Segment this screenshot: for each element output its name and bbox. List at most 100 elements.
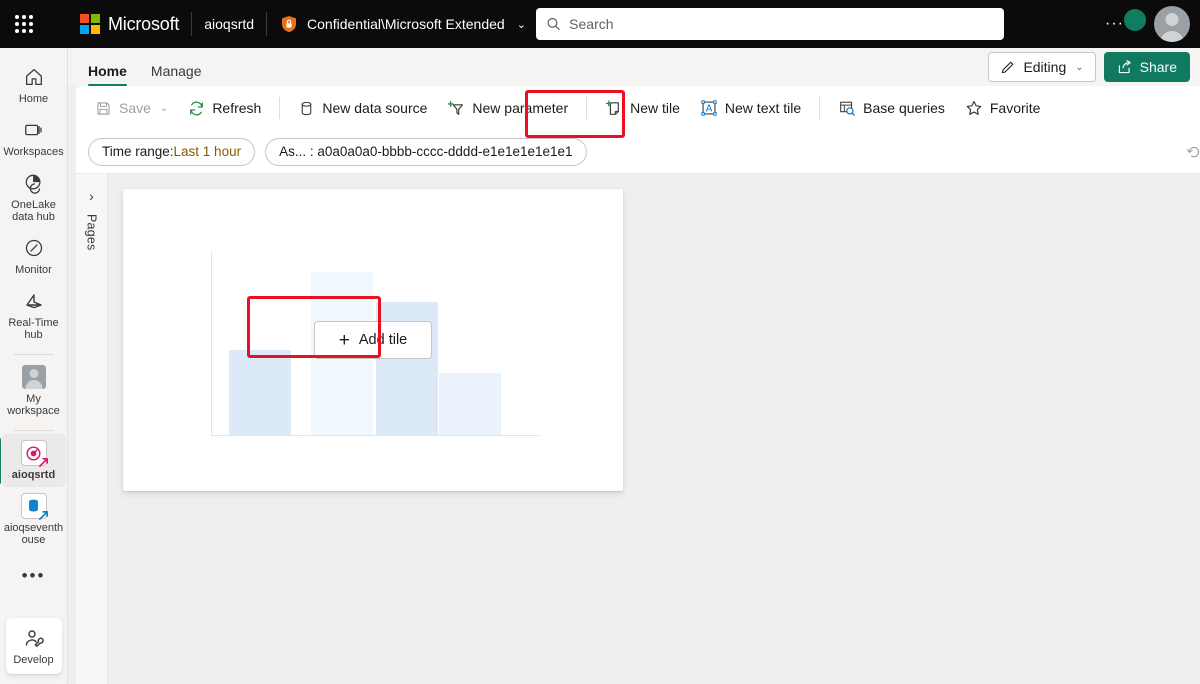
divider [266,12,268,36]
left-navigation-rail: Home Workspaces OneLake data hub Monitor… [0,48,68,684]
real-time-hub-icon [21,288,47,314]
chevron-down-icon: ⌄ [159,102,169,114]
new-tile-icon [605,100,620,115]
workspaces-icon [21,117,47,143]
filter-plus-icon [448,101,464,115]
sidebar-item-label: My workspace [7,393,60,417]
top-bar-overflow-icon[interactable]: ··· [1103,15,1126,33]
monitor-icon [21,235,47,261]
tab-label: Home [88,63,127,79]
sidebar-item-aioqsrtd[interactable]: aioqsrtd [0,434,66,487]
develop-label: Develop [13,654,54,666]
microsoft-logo[interactable]: Microsoft [80,14,179,35]
shortcut-arrow-icon [38,511,48,520]
main-pane: Home Manage Editing ⌄ Share Save ⌄ Refre… [68,48,1200,684]
search-box[interactable] [536,8,1004,40]
new-parameter-button[interactable]: New parameter [438,92,577,124]
new-text-tile-button[interactable]: A New text tile [691,92,810,124]
favorite-button[interactable]: Favorite [956,92,1050,124]
chevron-right-icon[interactable]: › [89,188,94,204]
refresh-label: Refresh [212,100,262,116]
pages-panel: › Pages [76,174,108,684]
sidebar-item-workspaces[interactable]: Workspaces [2,111,66,164]
time-range-prefix: Time range: [102,144,174,159]
sidebar-item-my-workspace[interactable]: My workspace [2,358,66,423]
tab-manage[interactable]: Manage [143,63,210,86]
onelake-icon [21,170,47,196]
reset-button[interactable]: Reset [1186,144,1200,160]
refresh-button[interactable]: Refresh [179,92,270,124]
chart-y-axis [211,251,212,436]
my-workspace-avatar-icon [21,364,47,390]
sensitivity-label-button[interactable]: Confidential\Microsoft Extended ⌄ [279,14,526,34]
tab-label: Manage [150,63,202,79]
save-icon [97,101,110,115]
new-tile-label: New tile [630,100,680,116]
new-text-tile-label: New text tile [724,100,802,116]
canvas-body: + Add tile [108,174,1200,684]
search-icon [547,17,560,31]
add-tile-wrapper: + Add tile [247,296,432,359]
sidebar-item-onelake-data-hub[interactable]: OneLake data hub [2,164,66,229]
develop-icon [21,626,47,652]
sidebar-item-aioqseventhouse[interactable]: aioqseventhouse [2,487,66,552]
sidebar-item-home[interactable]: Home [2,58,66,111]
eventhouse-icon [20,493,48,520]
share-icon [1118,60,1131,74]
editing-mode-button[interactable]: Editing ⌄ [988,52,1096,82]
empty-tile-card[interactable]: + Add tile [123,189,623,491]
divider [279,97,281,119]
share-label: Share [1139,59,1177,75]
new-tile-button[interactable]: New tile [596,92,689,124]
sidebar-overflow-button[interactable]: ••• [22,566,46,586]
presence-status-indicator [1124,9,1146,31]
sidebar-item-label: aioqsrtd [11,469,56,481]
microsoft-wordmark: Microsoft [108,13,180,34]
shortcut-arrow-icon [38,458,48,467]
save-label: Save [119,100,151,116]
sidebar-item-label: OneLake data hub [11,199,56,223]
app-launcher-icon[interactable] [0,0,48,48]
database-icon [302,101,312,115]
waffle-grid [15,15,33,33]
top-bar: Microsoft aioqsrtd Confidential\Microsof… [0,0,1200,48]
new-data-source-label: New data source [322,100,428,116]
user-avatar[interactable] [1154,6,1190,42]
pencil-icon [1002,61,1014,74]
divider [819,97,821,119]
pages-panel-label: Pages [84,214,99,251]
star-icon [966,100,982,115]
top-bar-right: ··· [1103,0,1190,48]
new-text-tile-icon: A [701,100,717,116]
new-parameter-label: New parameter [472,100,569,116]
divider [586,97,588,119]
tab-home[interactable]: Home [80,63,135,86]
sidebar-item-label: aioqseventhouse [3,522,64,546]
sidebar-item-label: Real-Time hub [8,317,59,341]
share-button[interactable]: Share [1103,52,1190,82]
editing-label: Editing [1023,59,1067,75]
sidebar-item-monitor[interactable]: Monitor [2,229,66,282]
save-button[interactable]: Save ⌄ [86,92,177,124]
sidebar-item-real-time-hub[interactable]: Real-Time hub [2,282,66,347]
add-tile-button[interactable]: + Add tile [314,321,432,359]
tenant-name: aioqsrtd [204,16,255,32]
divider [13,430,54,431]
develop-button[interactable]: Develop [5,618,62,674]
command-toolbar: Save ⌄ Refresh New data source New param… [76,86,1200,130]
chevron-down-icon: ⌄ [1075,61,1084,73]
base-queries-label: Base queries [863,100,945,116]
chart-x-axis [211,435,539,436]
filter-bar: Time range: Last 1 hour As... : a0a0a0a0… [76,130,1200,174]
ribbon-tab-strip: Home Manage Editing ⌄ Share [68,48,1200,86]
plus-icon: + [338,329,350,351]
add-tile-label: Add tile [358,332,408,348]
favorite-label: Favorite [989,100,1041,116]
search-input[interactable] [569,9,994,39]
new-data-source-button[interactable]: New data source [289,92,436,124]
chart-bar [439,373,501,435]
refresh-icon [190,101,204,115]
parameter-pill[interactable]: As... : a0a0a0a0-bbbb-cccc-dddd-e1e1e1e1… [265,137,587,166]
time-range-pill[interactable]: Time range: Last 1 hour [88,137,256,166]
base-queries-button[interactable]: Base queries [829,92,954,124]
